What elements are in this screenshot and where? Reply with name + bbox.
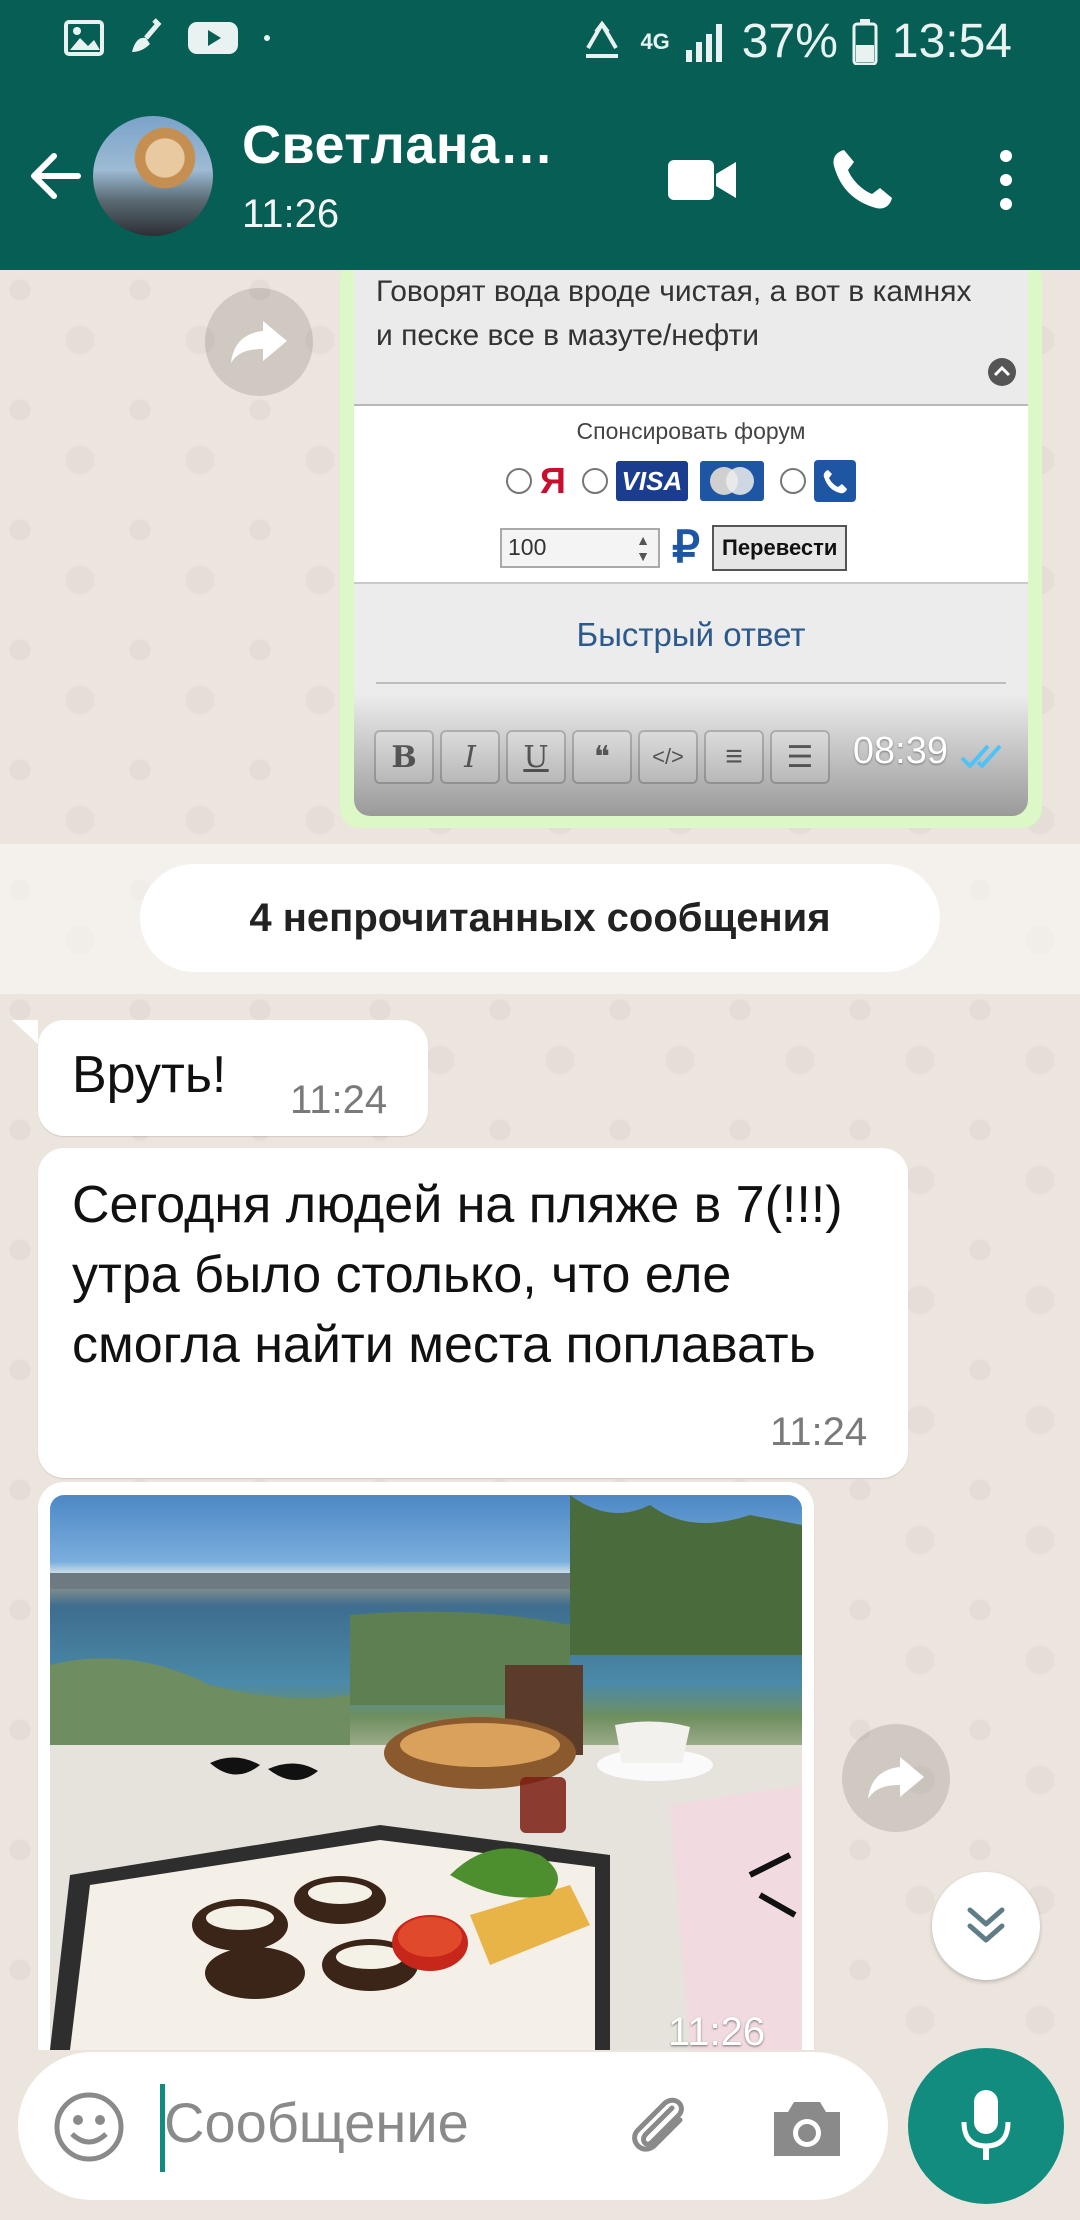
mastercard-logo (699, 461, 764, 501)
chat-header: Светлана… 11:26 (0, 84, 1080, 270)
phone-pay-icon (813, 460, 856, 502)
dot-icon (264, 35, 270, 41)
recycle-icon (586, 20, 619, 58)
amount-row: 100 ▲ ▼ ₽ Перевести (500, 522, 848, 573)
gallery-icon (64, 20, 104, 56)
system-indicators: 4G 37% 13:54 (578, 14, 1012, 69)
code-icon: </> (638, 730, 698, 784)
sponsor-label: Спонсировать форум (576, 418, 806, 444)
visa-logo: VISA (615, 461, 688, 501)
bold-icon: B (374, 730, 434, 784)
message-text: Сегодня людей на пляже в 7(!!!) утра был… (72, 1176, 843, 1374)
camera-icon[interactable] (770, 2092, 844, 2162)
photo-content (50, 1495, 802, 2050)
bubble-tail (12, 1020, 38, 1044)
notification-icons (64, 18, 272, 58)
emoji-icon[interactable] (52, 2090, 126, 2164)
network-label: 4G (640, 28, 670, 54)
chat-area[interactable]: Говорят вода вроде чистая, а вот в камня… (0, 270, 1080, 2050)
video-call-icon[interactable] (662, 140, 742, 220)
quick-reply-title: Быстрый ответ (576, 616, 806, 653)
message-text: Вруть! (72, 1046, 227, 1104)
message-time: 08:39 (852, 730, 948, 772)
forward-icon (868, 1757, 924, 1799)
numbered-list-icon: ☰ (770, 730, 830, 784)
signal-icon (685, 23, 722, 62)
quote-box: Говорят вода вроде чистая, а вот в камня… (354, 270, 1028, 406)
forward-icon (231, 321, 287, 363)
quote-text: Говорят вода вроде чистая, а вот в камня… (376, 275, 972, 352)
divider (376, 682, 1006, 684)
more-vert-icon[interactable] (966, 140, 1046, 220)
incoming-message[interactable]: Вруть! 11:24 (38, 1020, 428, 1136)
status-bar: 4G 37% 13:54 (0, 0, 1080, 84)
stepper-icon: ▲ ▼ (636, 531, 650, 564)
yandex-label: Я (540, 460, 566, 501)
forward-button[interactable] (842, 1724, 950, 1832)
forward-button[interactable] (205, 288, 313, 396)
youtube-icon (188, 22, 238, 54)
collapse-icon (988, 358, 1016, 386)
bullet-list-icon: ≡ (704, 730, 764, 784)
read-receipt-icon (960, 744, 1002, 769)
message-time: 11:24 (770, 1410, 868, 1454)
message-input[interactable]: Сообщение (164, 2090, 469, 2155)
back-arrow-icon[interactable] (26, 146, 86, 206)
last-seen: 11:26 (242, 192, 340, 236)
underline-icon: U (506, 730, 566, 784)
mic-button[interactable] (908, 2048, 1064, 2204)
scroll-to-bottom-button[interactable] (932, 1872, 1040, 1980)
contact-name[interactable]: Светлана… (242, 114, 554, 176)
clock: 13:54 (891, 15, 1012, 68)
attach-icon[interactable] (622, 2090, 696, 2164)
cleaner-icon (132, 18, 162, 52)
amount-value: 100 (508, 534, 547, 560)
battery-percent: 37% (741, 15, 838, 68)
italic-icon: I (440, 730, 500, 784)
radio-yandex (506, 468, 532, 494)
radio-card (581, 468, 608, 494)
avatar[interactable] (93, 116, 213, 236)
message-composer[interactable]: Сообщение (18, 2052, 888, 2200)
amount-field: 100 ▲ ▼ (500, 527, 660, 568)
payment-methods: Я VISA (506, 460, 856, 502)
quote-icon: ❝ (572, 730, 632, 784)
voice-call-icon[interactable] (822, 140, 902, 220)
mic-icon (961, 2090, 1011, 2160)
transfer-button: Перевести (712, 524, 848, 571)
chevron-double-down-icon (967, 1907, 1005, 1943)
photo-thumbnail[interactable] (50, 1495, 802, 2050)
editor-toolbar: B I U ❝ </> ≡ ☰ (374, 730, 830, 784)
radio-phone (779, 468, 806, 494)
photo-time: 11:26 (668, 2010, 766, 2050)
unread-banner: 4 непрочитанных сообщения (140, 864, 940, 972)
quick-reply-panel: Быстрый ответ B I U ❝ </> ≡ ☰ (354, 582, 1028, 816)
battery-icon (852, 18, 878, 65)
ruble-symbol: ₽ (672, 523, 700, 572)
outgoing-image-message[interactable]: Говорят вода вроде чистая, а вот в камня… (340, 270, 1042, 828)
message-time: 11:24 (290, 1078, 388, 1122)
incoming-message[interactable]: Сегодня людей на пляже в 7(!!!) утра был… (38, 1148, 908, 1478)
